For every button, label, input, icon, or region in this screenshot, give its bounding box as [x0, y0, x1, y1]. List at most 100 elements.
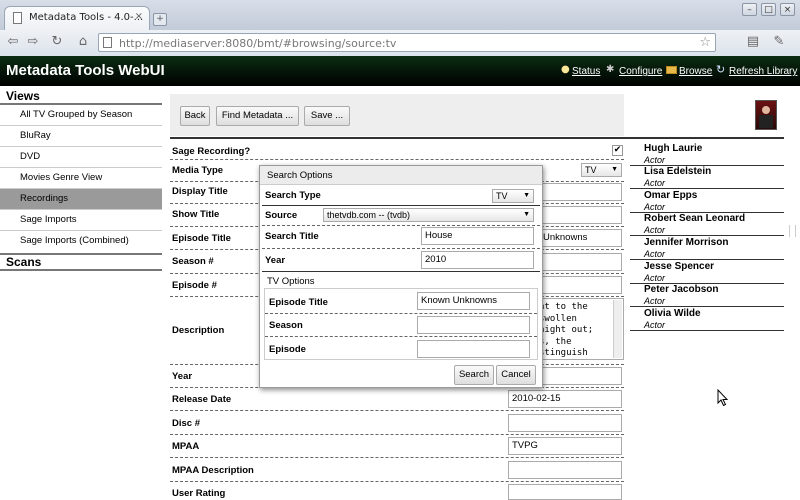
- textarea-scrollbar[interactable]: [613, 300, 622, 358]
- cast-name[interactable]: Robert Sean Leonard: [644, 213, 745, 224]
- source-value: thetvdb.com -- (tvdb): [327, 210, 411, 220]
- find-metadata-button[interactable]: Find Metadata ...: [216, 106, 299, 126]
- status-bulb-icon: ●: [561, 64, 570, 75]
- sidebar-item-sage-imports-combined[interactable]: Sage Imports (Combined): [0, 231, 162, 252]
- views-heading: Views: [6, 89, 40, 103]
- sidebar-item-dvd[interactable]: DVD: [0, 147, 162, 168]
- sidebar-item-recordings[interactable]: Recordings: [0, 189, 162, 210]
- row-divider: [170, 457, 624, 458]
- new-tab-button[interactable]: +: [153, 13, 167, 26]
- field-label-mpaa: MPAA: [172, 441, 200, 452]
- sidebar-item-movies-genre[interactable]: Movies Genre View: [0, 168, 162, 189]
- back-arrow-icon[interactable]: ⇦: [4, 34, 22, 49]
- year-input-dialog[interactable]: 2010: [421, 251, 534, 269]
- search-type-select[interactable]: TV ▼: [492, 189, 534, 203]
- episode-title-input-dialog[interactable]: Known Unknowns: [417, 292, 530, 310]
- dialog-divider: [262, 225, 540, 226]
- field-label-display-title: Display Title: [172, 186, 228, 197]
- dialog-divider: [265, 336, 537, 337]
- maximize-button[interactable]: □: [761, 3, 776, 16]
- disc-input[interactable]: [508, 414, 622, 432]
- episode-title-value: Unknowns: [543, 232, 588, 243]
- sidebar-item-sage-imports[interactable]: Sage Imports: [0, 210, 162, 231]
- dialog-divider: [262, 271, 540, 272]
- sidebar-item-bluray[interactable]: BluRay: [0, 126, 162, 147]
- url-host: http://mediaserver: [119, 37, 222, 50]
- home-icon[interactable]: ⌂: [74, 34, 92, 49]
- browser-tab[interactable]: Metadata Tools - 4.0-... ×: [4, 6, 150, 30]
- episode-input-dialog[interactable]: [417, 340, 530, 358]
- description-line: swollen: [539, 313, 577, 324]
- description-line: s, the: [539, 336, 572, 347]
- checkbox-icon[interactable]: ✔: [612, 145, 623, 156]
- page-menu-icon[interactable]: ▤: [744, 34, 762, 49]
- minimize-button[interactable]: –: [742, 3, 757, 16]
- episode-label: Episode: [269, 344, 306, 355]
- cast-role: Actor: [644, 225, 666, 235]
- resize-grip[interactable]: [789, 225, 796, 237]
- field-label-sage-recording: Sage Recording?: [172, 146, 251, 157]
- refresh-library-link[interactable]: Refresh Library: [729, 66, 797, 77]
- reload-icon[interactable]: ↻: [48, 34, 66, 49]
- cast-name[interactable]: Olivia Wilde: [644, 308, 701, 319]
- close-window-button[interactable]: ×: [780, 3, 795, 16]
- sidebar-item-all-tv[interactable]: All TV Grouped by Season: [0, 105, 162, 126]
- media-type-select[interactable]: TV ▼: [581, 163, 622, 177]
- description-line: ht to the: [539, 302, 588, 312]
- address-bar[interactable]: http://mediaserver:8080/bmt/#browsing/so…: [98, 33, 716, 52]
- search-button[interactable]: Search: [454, 365, 494, 385]
- user-rating-input[interactable]: [508, 484, 622, 500]
- forward-arrow-icon[interactable]: ⇨: [24, 34, 42, 49]
- cancel-button[interactable]: Cancel: [496, 365, 536, 385]
- wrench-icon[interactable]: ✎: [770, 34, 788, 49]
- refresh-icon: ↻: [716, 63, 726, 76]
- configure-link[interactable]: Configure: [619, 66, 662, 77]
- tab-close-icon[interactable]: ×: [135, 11, 143, 22]
- field-label-user-rating: User Rating: [172, 488, 226, 499]
- season-label: Season: [269, 320, 303, 331]
- cast-name[interactable]: Hugh Laurie: [644, 143, 702, 154]
- search-type-value: TV: [496, 191, 508, 201]
- star-icon[interactable]: ☆: [699, 35, 711, 50]
- cast-name[interactable]: Jesse Spencer: [644, 261, 714, 272]
- field-label-mpaa-description: MPAA Description: [172, 465, 254, 476]
- row-divider: [170, 481, 624, 482]
- search-title-input[interactable]: House: [421, 227, 534, 245]
- season-input-dialog[interactable]: [417, 316, 530, 334]
- url-path: :8080/bmt/#browsing/source:tv: [221, 37, 397, 50]
- field-label-episode-title: Episode Title: [172, 233, 231, 244]
- cast-name[interactable]: Lisa Edelstein: [644, 166, 711, 177]
- status-link[interactable]: Status: [572, 66, 600, 77]
- cast-divider: [630, 235, 784, 236]
- cast-role: Actor: [644, 249, 666, 259]
- mpaa-input[interactable]: TVPG: [508, 437, 622, 455]
- poster-thumbnail: [755, 100, 777, 130]
- page-icon: [103, 37, 112, 48]
- field-label-release-date: Release Date: [172, 394, 232, 405]
- cast-role: Actor: [644, 273, 666, 283]
- cast-name[interactable]: Omar Epps: [644, 190, 697, 201]
- header-rule: [170, 137, 784, 139]
- save-button[interactable]: Save ...: [304, 106, 350, 126]
- field-label-disc: Disc #: [172, 418, 200, 429]
- row-divider: [170, 410, 624, 411]
- row-divider: [170, 434, 624, 435]
- cast-divider: [630, 259, 784, 260]
- release-date-input[interactable]: 2010-02-15: [508, 390, 622, 408]
- tab-title: Metadata Tools - 4.0-...: [29, 12, 144, 23]
- cast-name[interactable]: Jennifer Morrison: [644, 237, 728, 248]
- tv-options-heading: TV Options: [267, 276, 315, 287]
- dropdown-arrow-icon: ▼: [611, 166, 618, 173]
- browse-link[interactable]: Browse: [679, 66, 712, 77]
- field-label-season: Season #: [172, 256, 214, 267]
- search-type-label: Search Type: [265, 190, 321, 201]
- cast-name[interactable]: Peter Jacobson: [644, 284, 718, 295]
- media-type-value: TV: [585, 165, 597, 175]
- dialog-title: Search Options: [267, 170, 333, 181]
- field-label-show-title: Show Title: [172, 209, 220, 220]
- back-button[interactable]: Back: [180, 106, 210, 126]
- mpaa-description-input[interactable]: [508, 461, 622, 479]
- source-select[interactable]: thetvdb.com -- (tvdb) ▼: [323, 208, 534, 222]
- scans-heading: Scans: [6, 255, 42, 269]
- cast-role: Actor: [644, 155, 666, 165]
